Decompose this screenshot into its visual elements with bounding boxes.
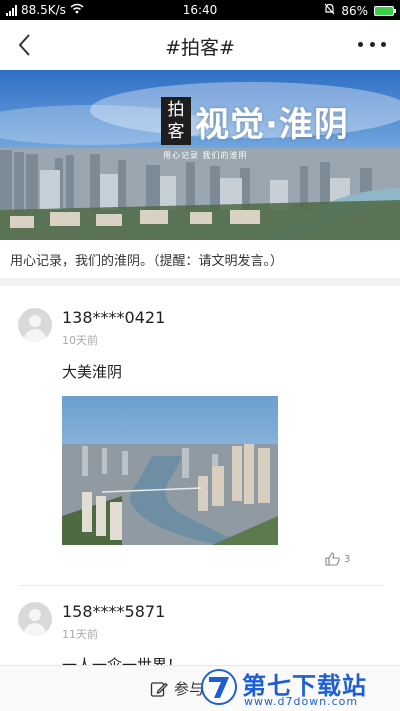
banner-title: 视觉·淮阴 — [195, 105, 349, 145]
avatar[interactable] — [18, 308, 52, 342]
edit-icon — [150, 681, 168, 697]
banner-tag-line2: 客 — [167, 122, 185, 142]
post-item: 158****5871 11天前 一人一伞一世界！ — [0, 586, 400, 676]
avatar[interactable] — [18, 602, 52, 636]
banner-subtitle: 用心记录 我们的淮阴 — [163, 151, 248, 160]
post-text: 大美淮阴 — [62, 363, 123, 381]
banner: 拍 客 视觉·淮阴 用心记录 我们的淮阴 — [0, 70, 400, 240]
banner-tag: 拍 客 — [161, 97, 191, 145]
banner-tag-line1: 拍 — [167, 100, 185, 120]
post-image[interactable] — [62, 396, 278, 545]
mute-bell-icon — [324, 3, 335, 18]
seven-logo-icon — [201, 669, 237, 705]
nav-bar: #拍客# — [0, 20, 400, 70]
thumbs-up-icon — [325, 552, 340, 566]
post-time: 11天前 — [62, 628, 98, 641]
post-time: 10天前 — [62, 334, 98, 347]
more-icon[interactable] — [358, 34, 386, 54]
status-right: 86% — [324, 3, 396, 18]
watermark-logo: 第七下载站 www.d7down.com — [200, 664, 396, 710]
like-count: 3 — [344, 553, 351, 565]
battery-percent: 86% — [341, 3, 368, 18]
section-divider — [0, 278, 400, 286]
post-username[interactable]: 158****5871 — [62, 602, 165, 621]
like-button[interactable]: 3 — [325, 552, 350, 566]
page-title: #拍客# — [165, 37, 235, 59]
status-bar: 88.5K/s 16:40 86% — [0, 0, 400, 20]
topic-description: 用心记录，我们的淮阴。（提醒：请文明发言。） — [10, 254, 284, 269]
post-item: 138****0421 10天前 大美淮阴 3 — [0, 286, 400, 586]
post-username[interactable]: 138****0421 — [62, 308, 165, 327]
battery-icon — [374, 5, 396, 16]
watermark-url: www.d7down.com — [244, 695, 359, 708]
